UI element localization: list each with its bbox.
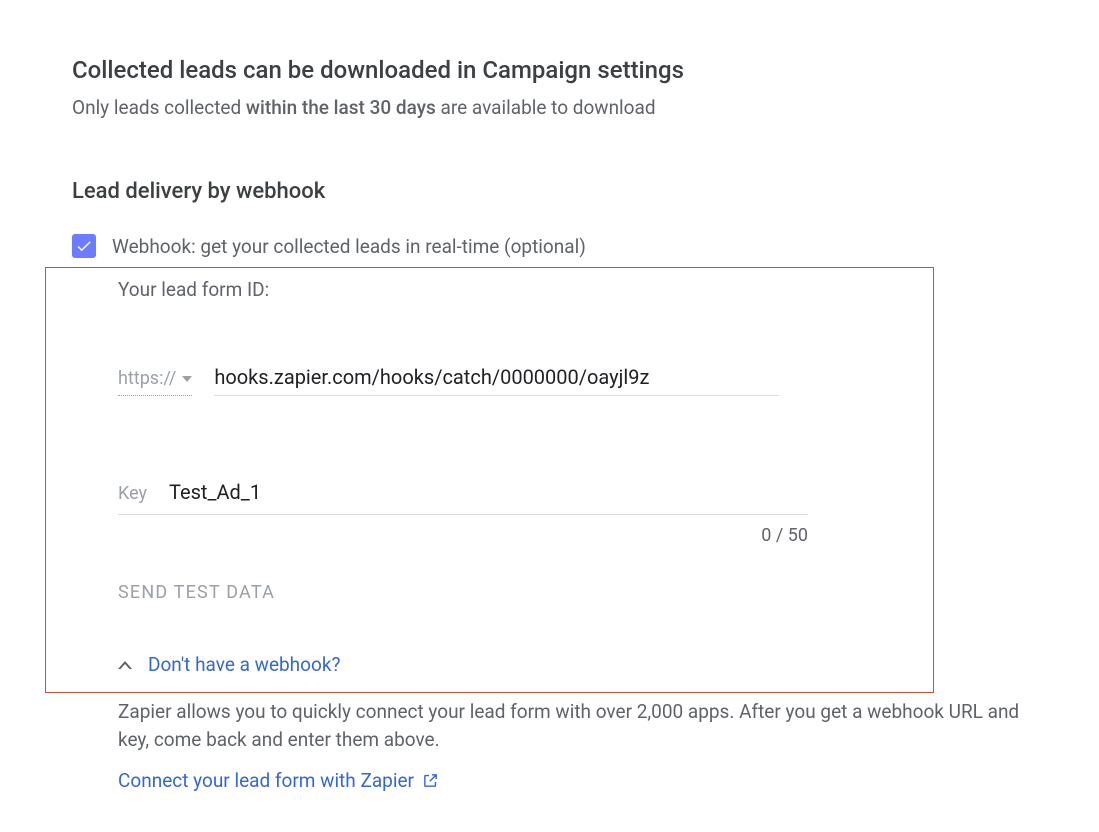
no-webhook-toggle[interactable]: Don't have a webhook? [118,653,1029,676]
chevron-up-icon [118,661,132,669]
page-subtext: Only leads collected within the last 30 … [72,96,1029,119]
subtext-prefix: Only leads collected [72,96,246,119]
check-icon [75,237,93,255]
webhook-checkbox[interactable] [72,234,96,258]
webhook-key-input[interactable] [169,476,808,508]
webhook-checkbox-label: Webhook: get your collected leads in rea… [112,235,586,258]
page-heading: Collected leads can be downloaded in Cam… [72,56,1029,84]
key-field-label: Key [118,483,147,504]
zapier-help-text: Zapier allows you to quickly connect you… [118,698,1029,753]
form-id-label: Your lead form ID: [118,278,1029,301]
no-webhook-link: Don't have a webhook? [148,653,340,676]
key-char-counter: 0 / 50 [118,525,808,546]
subtext-bold: within the last 30 days [246,96,436,119]
external-link-icon [422,772,439,789]
connect-zapier-link[interactable]: Connect your lead form with Zapier [118,769,439,792]
subtext-suffix: are available to download [436,96,656,119]
connect-zapier-link-text: Connect your lead form with Zapier [118,769,414,792]
send-test-data-button[interactable]: SEND TEST DATA [118,582,1029,603]
url-scheme-value: https:// [118,368,176,389]
webhook-url-input[interactable] [214,361,779,396]
chevron-down-icon [182,376,192,382]
webhook-section-title: Lead delivery by webhook [72,179,1029,204]
url-scheme-select[interactable]: https:// [118,368,192,396]
